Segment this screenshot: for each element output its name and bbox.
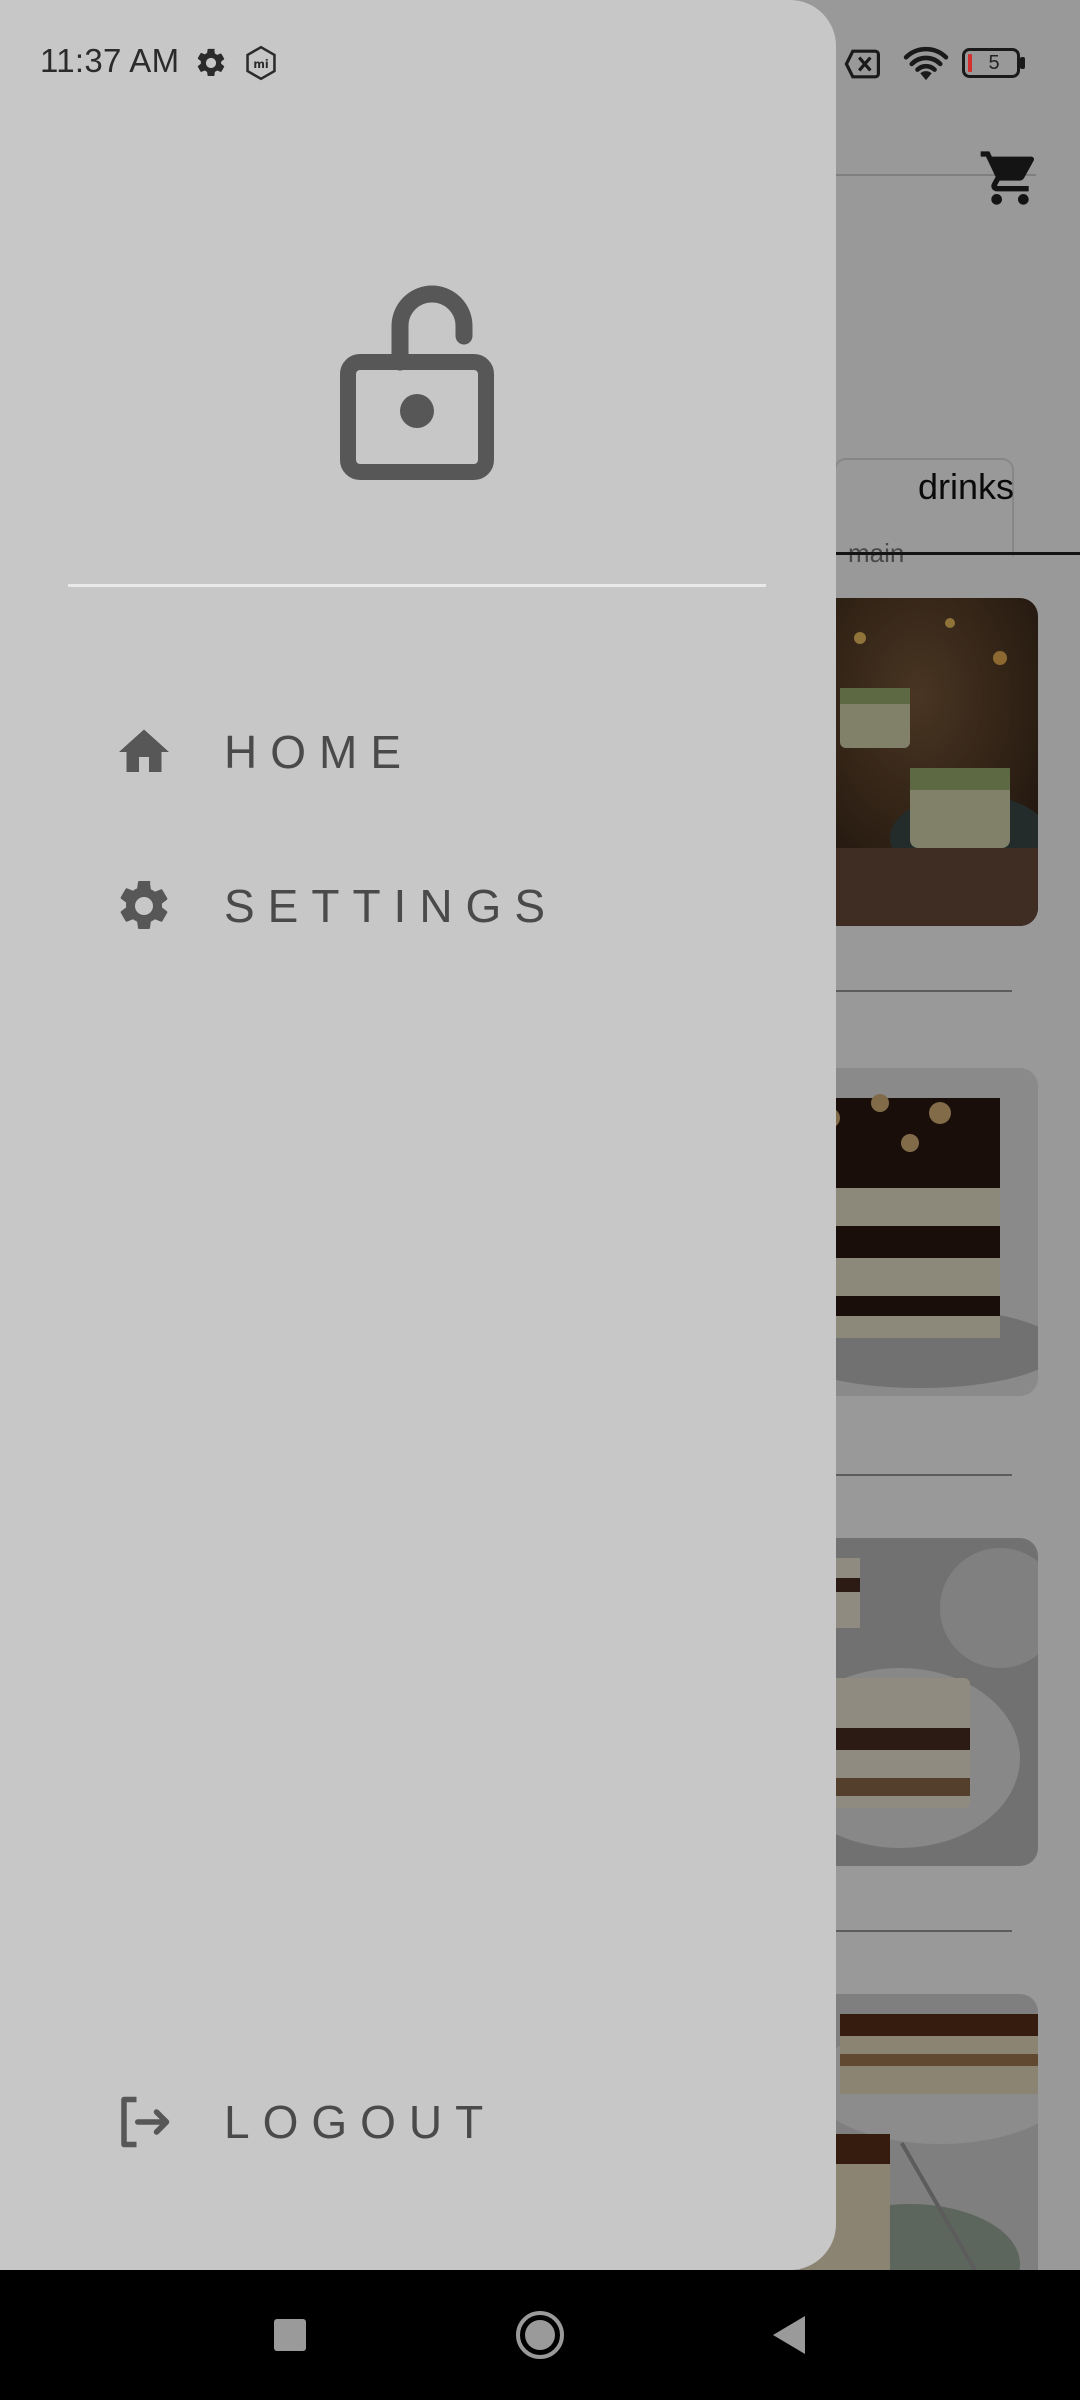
drawer-item-label: HOME [224, 726, 414, 778]
drawer-divider [68, 584, 766, 587]
sim-off-icon [844, 49, 880, 79]
navigation-drawer: 11:37 AM mi HOME SETTINGS LOGOUT [0, 0, 836, 2270]
back-button[interactable] [755, 2300, 825, 2370]
battery-level: 5 [988, 52, 1000, 74]
recents-button[interactable] [255, 2300, 325, 2370]
home-icon [119, 729, 169, 772]
system-nav-bar [0, 2270, 1080, 2400]
logout-icon [121, 2096, 170, 2148]
drawer-item-label: SETTINGS [224, 880, 559, 932]
mi-icon: mi [246, 45, 276, 81]
wifi-icon [903, 46, 949, 81]
lock-open-icon [340, 285, 494, 480]
drawer-item-settings[interactable]: SETTINGS [100, 846, 740, 966]
status-time: 11:37 AM [40, 42, 180, 79]
drawer-item-logout[interactable]: LOGOUT [100, 2062, 740, 2182]
svg-text:mi: mi [253, 58, 268, 71]
drawer-item-home[interactable]: HOME [100, 692, 740, 812]
home-button[interactable] [505, 2300, 575, 2370]
screen: drinks main 11:37 AM mi HOME SETTINGS LO… [0, 0, 1080, 2400]
settings-icon [120, 880, 168, 929]
gear-icon [197, 48, 225, 77]
drawer-item-label: LOGOUT [224, 2096, 497, 2148]
battery-icon: 5 [962, 48, 1026, 78]
